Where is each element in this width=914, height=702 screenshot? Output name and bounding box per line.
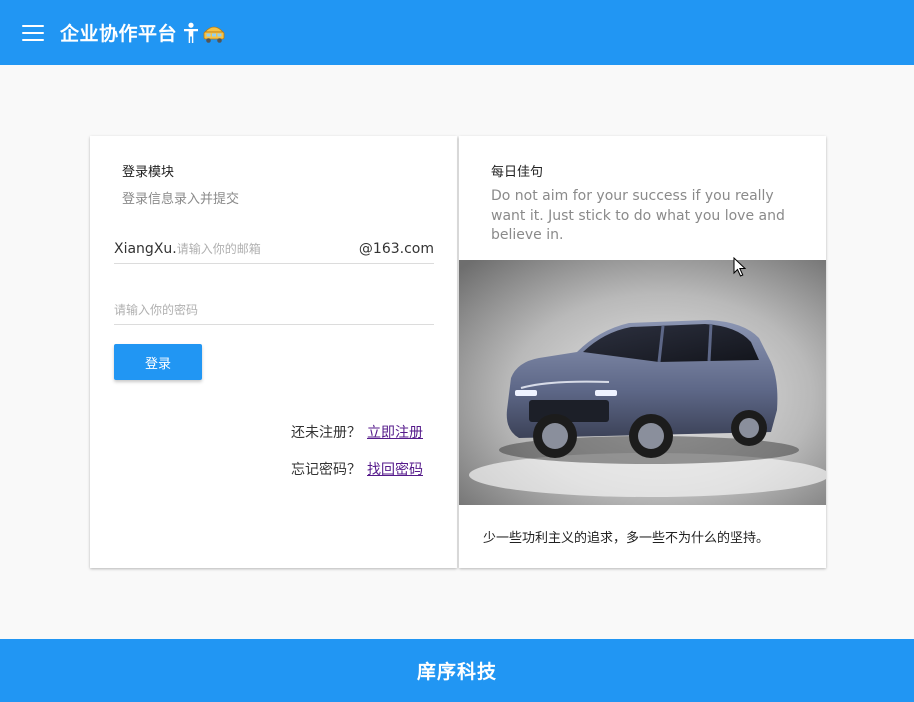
email-field: XiangXu. @163.com xyxy=(114,234,434,264)
quote-english: Do not aim for your success if you reall… xyxy=(491,188,785,243)
email-suffix: @163.com xyxy=(358,240,434,257)
hamburger-menu-icon[interactable] xyxy=(22,24,44,41)
footer-text: 庠序科技 xyxy=(416,661,497,683)
app-header: 企业协作平台 xyxy=(0,0,914,65)
register-row: 还未注册？ 立即注册 xyxy=(291,422,423,442)
forgot-row: 忘记密码？ 找回密码 xyxy=(291,459,423,479)
password-field xyxy=(114,295,434,325)
vehicle-icon xyxy=(203,26,225,43)
password-input[interactable] xyxy=(114,302,434,317)
forgot-prompt: 忘记密码？ xyxy=(291,462,361,478)
login-card-subtitle: 登录信息录入并提交 xyxy=(122,192,240,207)
login-card-title: 登录模块 xyxy=(122,165,175,180)
quote-card-title: 每日佳句 xyxy=(491,165,544,180)
email-input[interactable] xyxy=(176,241,359,256)
login-card: 登录模块 登录信息录入并提交 XiangXu. @163.com 登录 还未注册… xyxy=(90,136,457,568)
card-group: 登录模块 登录信息录入并提交 XiangXu. @163.com 登录 还未注册… xyxy=(90,136,826,568)
quote-card: 每日佳句 Do not aim for your success if you … xyxy=(459,136,826,568)
app-title: 企业协作平台 xyxy=(60,23,178,45)
forgot-password-link[interactable]: 找回密码 xyxy=(367,459,423,479)
quote-chinese: 少一些功利主义的追求，多一些不为什么的坚持。 xyxy=(483,531,770,546)
register-link[interactable]: 立即注册 xyxy=(367,422,423,442)
register-prompt: 还未注册？ xyxy=(291,425,361,441)
email-prefix: XiangXu. xyxy=(114,240,177,257)
login-button[interactable]: 登录 xyxy=(114,344,202,380)
title-emoji-group xyxy=(183,22,226,44)
app-footer: 庠序科技 xyxy=(0,639,914,702)
mouse-cursor-icon xyxy=(733,257,747,277)
car-image xyxy=(459,260,826,505)
person-standing-icon xyxy=(184,22,199,43)
